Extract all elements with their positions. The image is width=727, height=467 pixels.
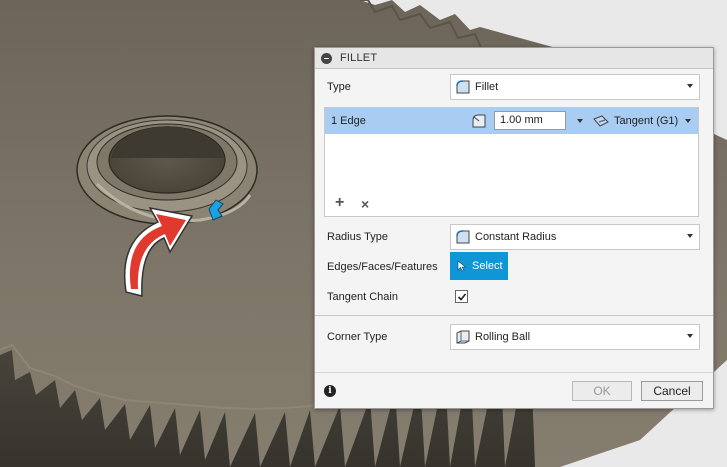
fillet-dialog: FILLET Type Fillet 1 Edge 1.00 mm Tangen… xyxy=(314,47,714,409)
type-dropdown[interactable]: Fillet xyxy=(450,74,700,100)
corner-type-label: Corner Type xyxy=(327,331,388,343)
checkmark-icon xyxy=(457,293,467,301)
constant-radius-icon xyxy=(456,230,470,244)
type-label: Type xyxy=(327,81,351,93)
chevron-down-icon xyxy=(687,334,693,338)
chevron-down-icon xyxy=(687,84,693,88)
corner-type-value: Rolling Ball xyxy=(475,331,531,343)
tangent-chain-label: Tangent Chain xyxy=(327,291,398,303)
dialog-footer: i OK Cancel xyxy=(315,372,713,408)
collapse-icon[interactable] xyxy=(321,52,332,64)
cursor-arrow-icon xyxy=(457,260,467,272)
rolling-ball-icon xyxy=(456,330,470,344)
tangent-chain-row: Tangent Chain xyxy=(315,284,713,310)
corner-type-row: Corner Type Rolling Ball xyxy=(315,324,713,350)
tangent-chain-checkbox[interactable] xyxy=(455,290,468,303)
ok-button[interactable]: OK xyxy=(572,381,632,401)
remove-selection-button[interactable]: × xyxy=(361,197,369,211)
select-button[interactable]: Select xyxy=(450,252,508,280)
radius-type-dropdown[interactable]: Constant Radius xyxy=(450,224,700,250)
dialog-title: FILLET xyxy=(340,52,378,64)
corner-type-dropdown[interactable]: Rolling Ball xyxy=(450,324,700,350)
radius-type-value: Constant Radius xyxy=(475,231,557,243)
chevron-down-icon[interactable] xyxy=(685,119,691,123)
edges-row: Edges/Faces/Features xyxy=(315,254,713,280)
type-value: Fillet xyxy=(475,81,499,93)
section-divider xyxy=(315,315,713,316)
dialog-titlebar: FILLET xyxy=(315,48,713,69)
type-row: Type Fillet xyxy=(315,74,713,100)
radius-input[interactable]: 1.00 mm xyxy=(494,111,566,130)
select-button-label: Select xyxy=(472,260,503,272)
radius-type-row: Radius Type Constant Radius xyxy=(315,224,713,250)
tangency-value[interactable]: Tangent (G1) xyxy=(614,115,678,127)
chevron-down-icon xyxy=(687,234,693,238)
edges-label: Edges/Faces/Features xyxy=(327,261,438,273)
radius-type-label: Radius Type xyxy=(327,231,388,243)
chevron-down-icon[interactable] xyxy=(577,119,583,123)
cancel-button[interactable]: Cancel xyxy=(641,381,703,401)
tangent-icon xyxy=(593,115,609,127)
info-icon[interactable]: i xyxy=(324,385,336,397)
radius-icon xyxy=(472,114,486,128)
selection-row[interactable]: 1 Edge 1.00 mm Tangent (G1) xyxy=(325,108,698,134)
edge-selection-list: 1 Edge 1.00 mm Tangent (G1) + × xyxy=(324,107,699,217)
add-selection-button[interactable]: + xyxy=(335,195,344,211)
edge-count-label: 1 Edge xyxy=(331,115,366,127)
fillet-icon xyxy=(456,80,470,94)
